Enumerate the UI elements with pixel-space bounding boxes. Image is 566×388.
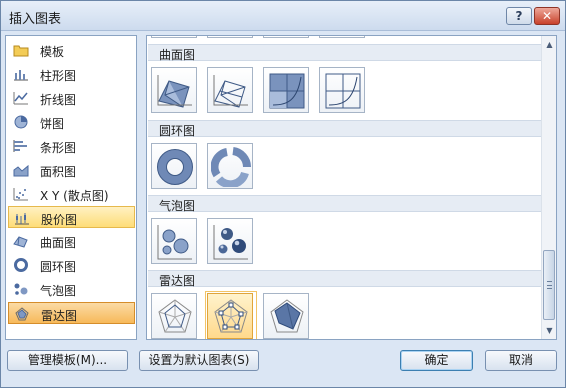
surface-chart-icon: [13, 236, 28, 248]
radar-icon: [158, 299, 192, 333]
category-label: 股价图: [41, 213, 78, 227]
line-chart-icon: [13, 92, 28, 105]
3d-bubble-thumbnail[interactable]: [207, 218, 253, 264]
section-header-doughnut: 圆环图: [148, 120, 541, 138]
chart-category-list: 模板 柱形图 折线图 饼图 条形图 面积图 X Y (散点图) 股价图 曲面图 …: [5, 35, 137, 340]
cancel-button[interactable]: 取消: [485, 350, 557, 371]
chart-subtype-gallery: 曲面图 圆环图 气泡图 雷达图 ▲ ▼: [146, 35, 557, 340]
category-label: 曲面图: [40, 236, 77, 250]
wireframe-3d-surface-thumbnail[interactable]: [207, 67, 253, 113]
scroll-up-icon[interactable]: ▲: [543, 38, 556, 52]
section-label: 曲面图: [159, 48, 196, 62]
category-item-line[interactable]: 折线图: [8, 87, 135, 109]
contour-icon: [269, 73, 305, 109]
3d-surface-icon: [157, 75, 192, 108]
radar-with-markers-thumbnail[interactable]: [205, 291, 257, 339]
title-bar: 插入图表 ? ✕: [1, 1, 565, 31]
category-label: 圆环图: [40, 260, 77, 274]
thumbnail-partial: [151, 36, 197, 38]
dialog-title: 插入图表: [9, 12, 62, 27]
doughnut-icon: [157, 149, 193, 185]
grip-icon: [547, 281, 552, 289]
category-item-stock[interactable]: 股价图: [8, 206, 135, 228]
section-header-surface: 曲面图: [148, 44, 541, 62]
scroll-down-icon[interactable]: ▼: [543, 324, 556, 338]
category-label: 折线图: [40, 93, 77, 107]
category-label: 雷达图: [41, 309, 78, 323]
doughnut-chart-icon: [14, 258, 28, 272]
bubble-thumbnail[interactable]: [151, 218, 197, 264]
section-header-bubble: 气泡图: [148, 195, 541, 213]
bubble-chart-icon: [14, 283, 28, 295]
scrollbar-thumb[interactable]: [543, 250, 555, 320]
scatter-chart-icon: [13, 188, 28, 201]
close-button[interactable]: ✕: [534, 7, 560, 25]
category-label: 气泡图: [40, 284, 77, 298]
category-item-radar[interactable]: 雷达图: [8, 302, 135, 324]
category-label: 面积图: [40, 165, 77, 179]
radar-chart-icon: [15, 307, 29, 321]
filled-radar-icon: [270, 299, 304, 333]
category-item-pie[interactable]: 饼图: [8, 111, 135, 133]
thumbnail-partial: [207, 36, 253, 38]
section-label: 气泡图: [159, 199, 196, 213]
section-label: 雷达图: [159, 274, 196, 288]
wireframe-3d-surface-icon: [213, 75, 248, 108]
wireframe-contour-icon: [325, 73, 361, 109]
gallery-scrollbar[interactable]: ▲ ▼: [541, 36, 556, 339]
section-label: 圆环图: [159, 124, 196, 138]
category-item-doughnut[interactable]: 圆环图: [8, 254, 135, 276]
doughnut-thumbnail[interactable]: [151, 143, 197, 189]
thumbnail-partial: [263, 36, 309, 38]
section-header-radar: 雷达图: [148, 270, 541, 288]
category-label: 柱形图: [40, 69, 77, 83]
filled-radar-thumbnail[interactable]: [263, 293, 309, 339]
bar-chart-icon: [13, 140, 27, 152]
category-label: 条形图: [40, 141, 77, 155]
3d-surface-thumbnail[interactable]: [151, 67, 197, 113]
radar-thumbnail[interactable]: [151, 293, 197, 339]
contour-thumbnail[interactable]: [263, 67, 309, 113]
3d-bubble-icon: [213, 225, 248, 260]
exploded-doughnut-icon: [211, 147, 251, 187]
category-label: 模板: [40, 45, 65, 59]
bubble-icon: [157, 225, 192, 260]
category-item-surface[interactable]: 曲面图: [8, 230, 135, 252]
column-chart-icon: [14, 70, 28, 81]
stock-chart-icon: [15, 213, 29, 225]
category-label: X Y (散点图): [40, 189, 109, 203]
radar-with-markers-icon: [214, 299, 248, 333]
wireframe-contour-thumbnail[interactable]: [319, 67, 365, 113]
category-item-scatter[interactable]: X Y (散点图): [8, 183, 135, 205]
category-item-templates[interactable]: 模板: [8, 39, 135, 61]
manage-templates-button[interactable]: 管理模板(M)...: [7, 350, 128, 371]
area-chart-icon: [13, 164, 29, 177]
category-item-area[interactable]: 面积图: [8, 159, 135, 181]
category-item-bubble[interactable]: 气泡图: [8, 278, 135, 300]
category-item-bar[interactable]: 条形图: [8, 135, 135, 157]
category-label: 饼图: [40, 117, 65, 131]
insert-chart-dialog: 插入图表 ? ✕ 模板 柱形图 折线图 饼图 条形图 面积图 X Y (散点图)…: [0, 0, 566, 388]
category-item-column[interactable]: 柱形图: [8, 63, 135, 85]
exploded-doughnut-thumbnail[interactable]: [207, 143, 253, 189]
pie-chart-icon: [14, 115, 28, 129]
help-button[interactable]: ?: [506, 7, 532, 25]
thumbnail-partial: [319, 36, 365, 38]
ok-button[interactable]: 确定: [400, 350, 473, 371]
set-as-default-chart-button[interactable]: 设置为默认图表(S): [139, 350, 259, 371]
folder-icon: [13, 45, 29, 57]
